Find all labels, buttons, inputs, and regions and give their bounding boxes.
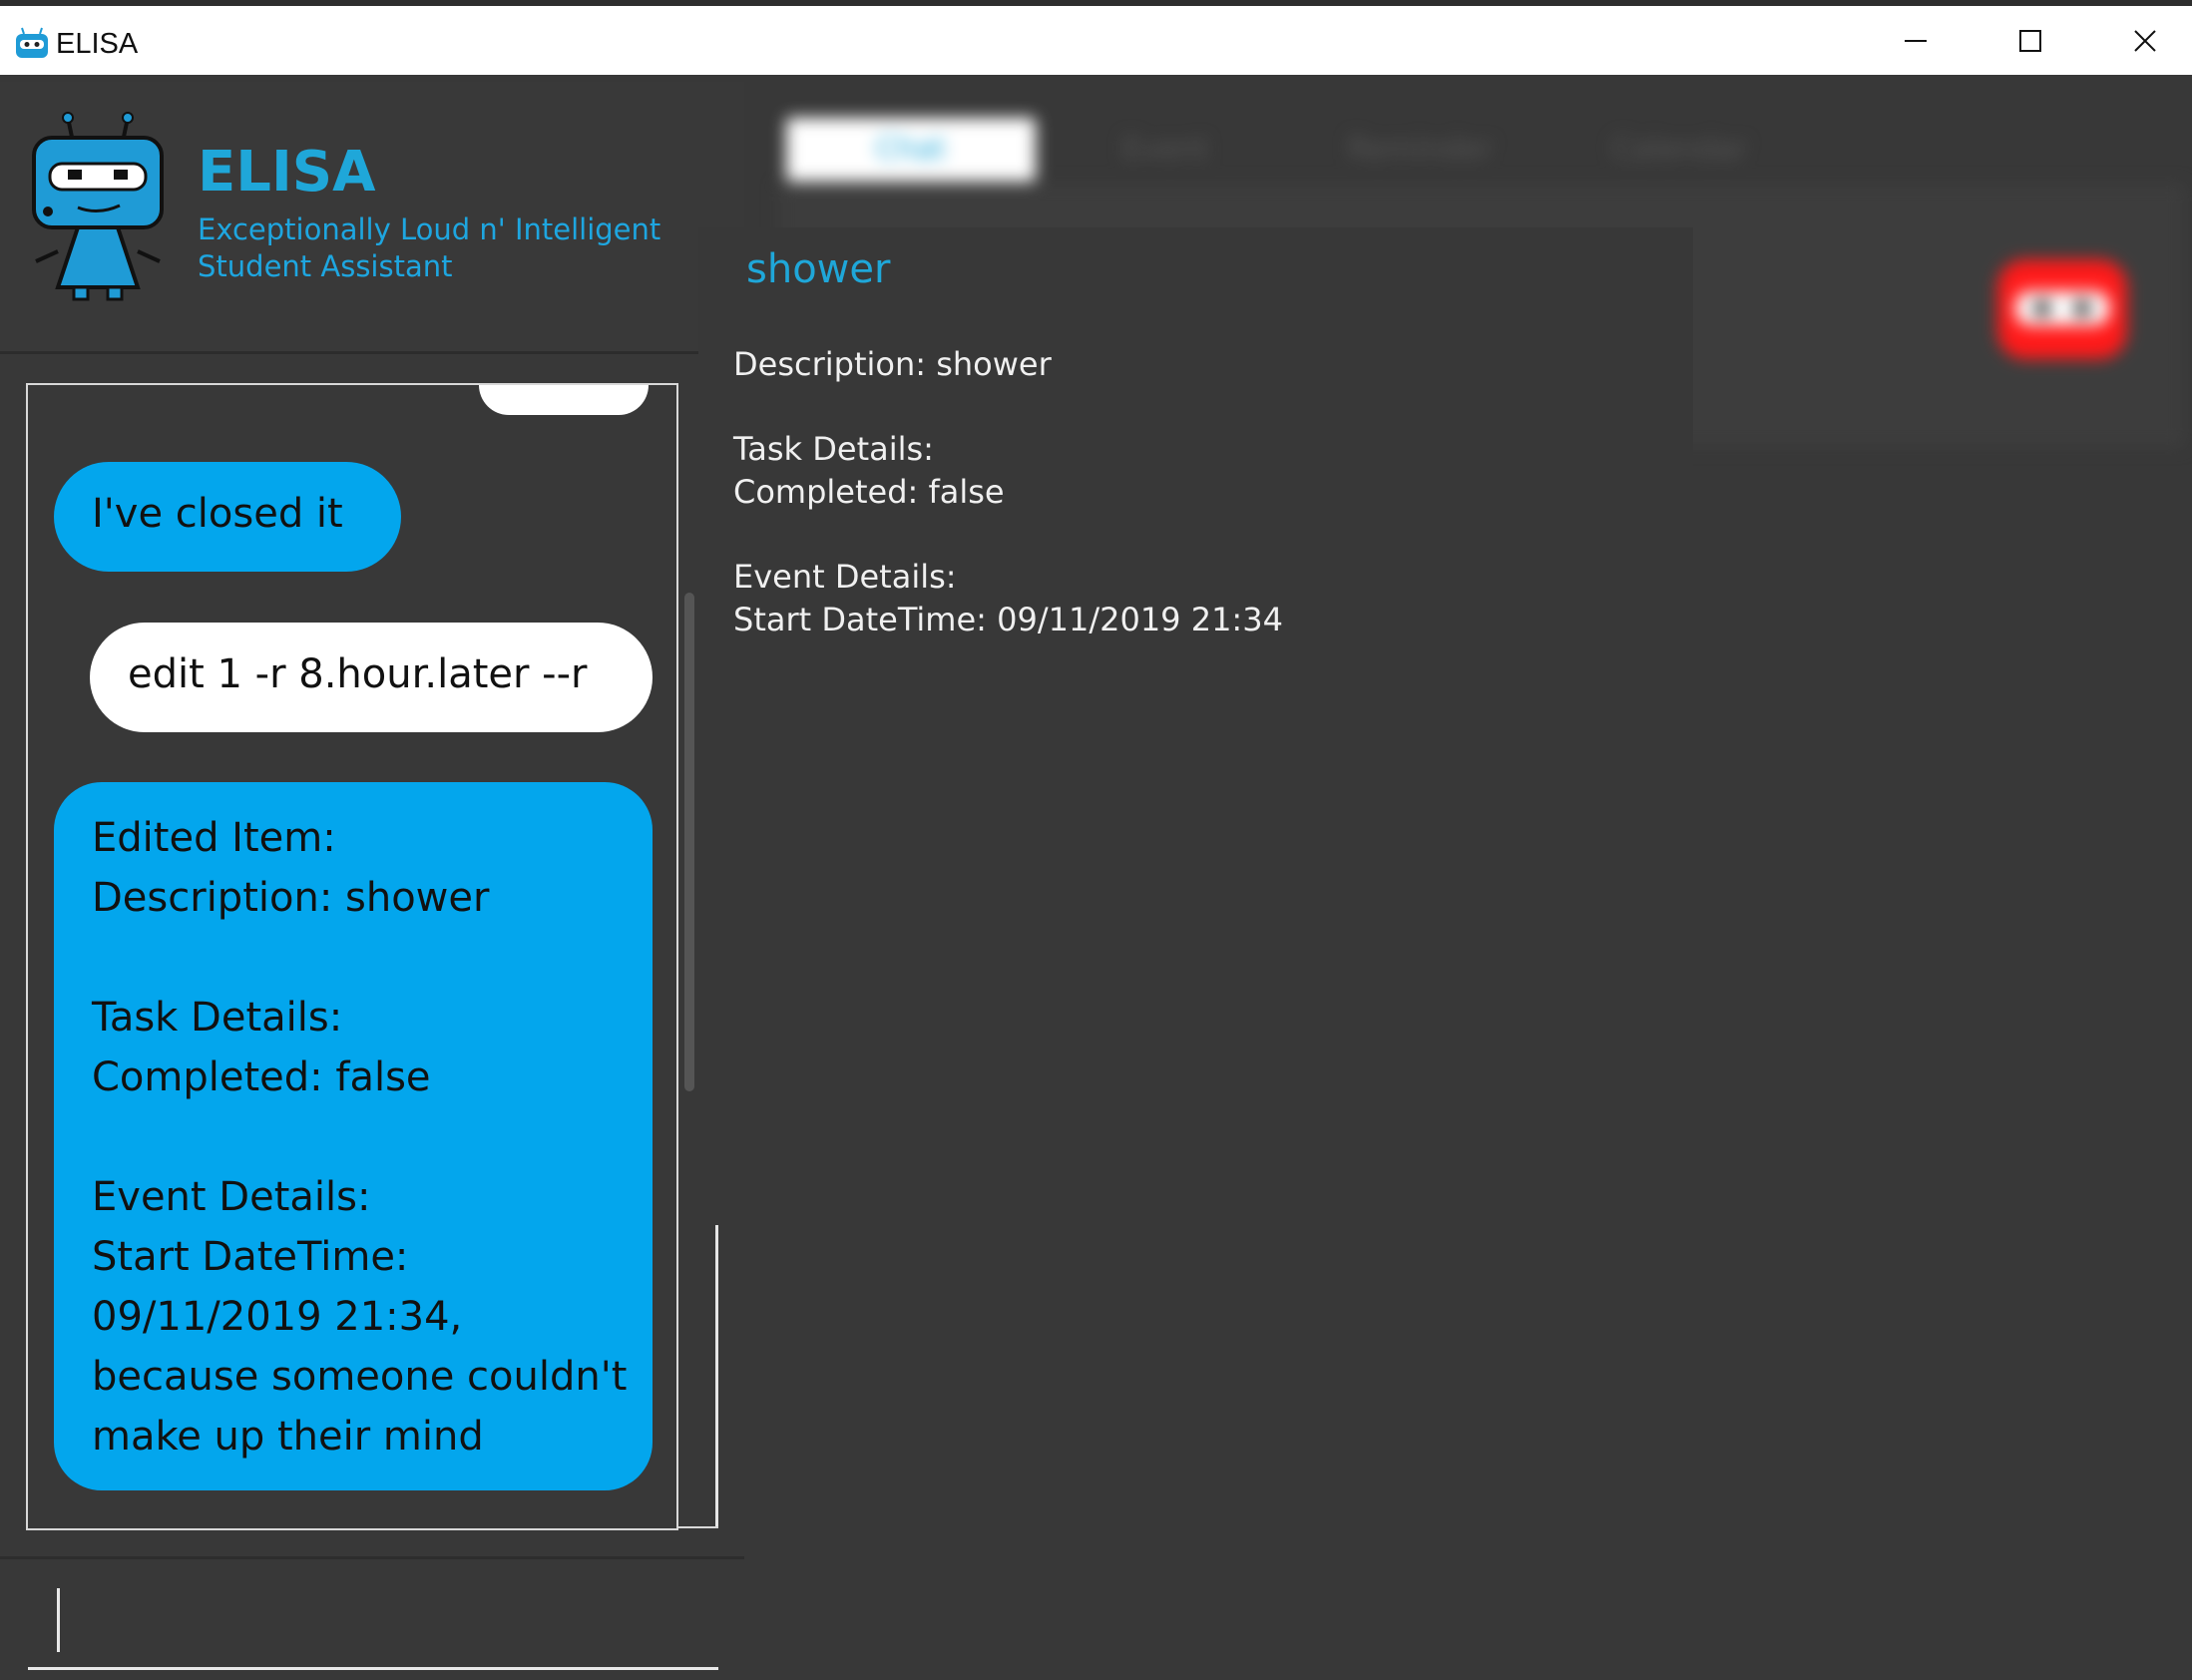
app-name: ELISA: [198, 140, 376, 205]
input-divider: [0, 1556, 744, 1559]
robot-app-icon: [16, 27, 48, 58]
popup-start-datetime: Start DateTime: 09/11/2019 21:34: [733, 601, 1283, 638]
popup-description: Description: shower: [733, 345, 1052, 383]
chat-bubble-user-partial: [479, 385, 649, 415]
popup-completed: Completed: false: [733, 473, 1005, 511]
header-divider: [0, 351, 698, 354]
minimize-icon: [1905, 40, 1927, 42]
tab-chat[interactable]: Chat: [786, 118, 1036, 182]
popup-event-heading: Event Details:: [733, 558, 957, 596]
tab-reminder[interactable]: Reminder: [1315, 118, 1525, 182]
elisa-mascot-logo: [32, 112, 164, 301]
chat-bubble-bot-edited: Edited Item: Description: shower Task De…: [54, 782, 653, 1490]
chat-bubble-user: edit 1 -r 8.hour.later --r: [90, 623, 653, 732]
chat-list[interactable]: I've closed it edit 1 -r 8.hour.later --…: [26, 383, 678, 1530]
chat-frame-edge: [676, 383, 678, 1530]
minimize-button[interactable]: [1859, 6, 1973, 75]
app-subtitle: Exceptionally Loud n' Intelligent Studen…: [198, 212, 661, 283]
command-input-caret[interactable]: [57, 1588, 60, 1652]
window-title: ELISA: [56, 28, 139, 60]
popup-title: shower: [746, 246, 891, 292]
command-input[interactable]: [28, 1667, 718, 1670]
chat-scrollbar[interactable]: [684, 593, 694, 1091]
maximize-button[interactable]: [1973, 6, 2088, 75]
close-button[interactable]: [2088, 6, 2192, 75]
close-icon: [2134, 30, 2156, 52]
outer-scrollbar[interactable]: [715, 1223, 718, 1528]
maximize-icon: [2019, 30, 2041, 52]
popup-task-heading: Task Details:: [733, 430, 934, 468]
outer-scroll-base: [678, 1526, 718, 1528]
chat-bubble-bot: I've closed it: [54, 462, 401, 572]
red-robot-icon: [1997, 259, 2127, 359]
tab-calendar[interactable]: Calendar: [1574, 118, 1784, 182]
tab-event[interactable]: Event: [1086, 118, 1245, 182]
